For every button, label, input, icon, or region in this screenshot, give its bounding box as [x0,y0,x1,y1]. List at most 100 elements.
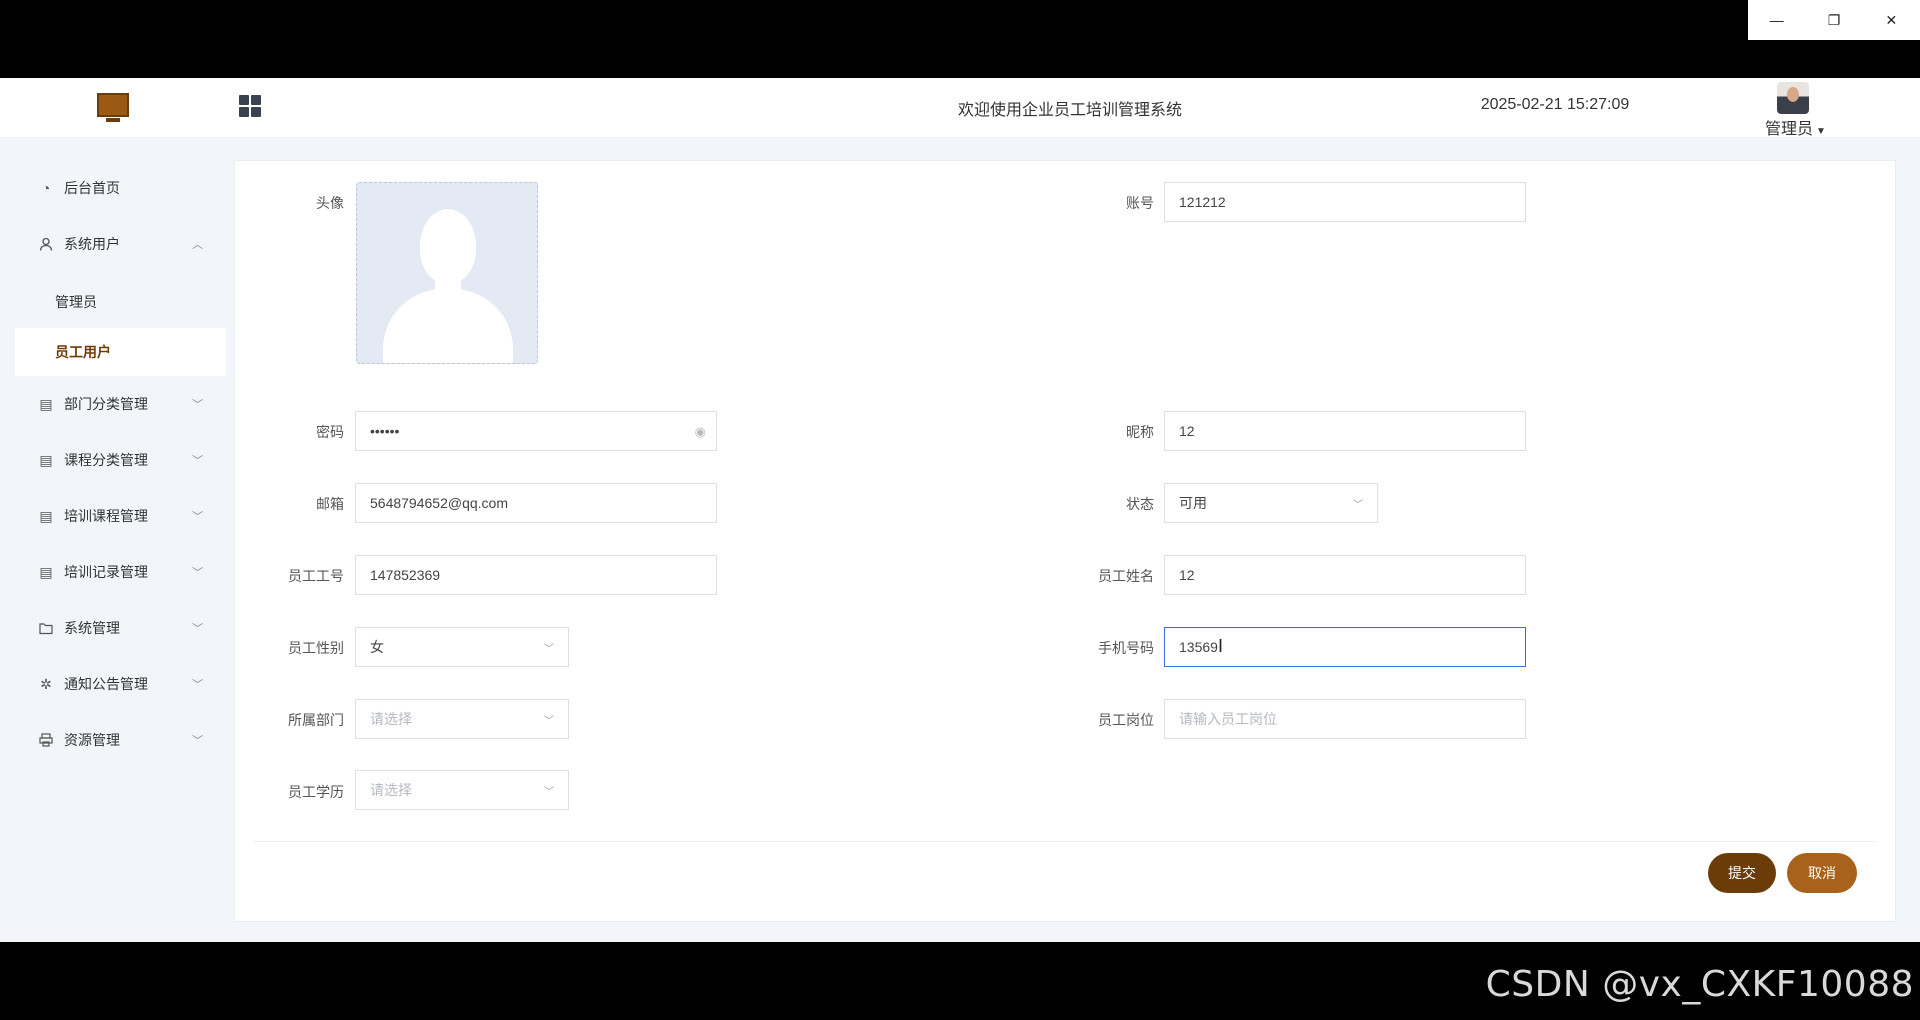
phone-label: 手机号码 [1098,640,1154,656]
education-select[interactable]: 请选择 ﹀ [355,770,569,810]
user-name: 管理员 [1765,121,1814,138]
clock-icon: ◔ [41,180,51,196]
chevron-down-icon: ﹀ [192,735,203,747]
email-label: 邮箱 [316,496,344,512]
sidebar-item-notice[interactable]: ✲ 通知公告管理 ﹀ [0,656,226,712]
status-value: 可用 [1179,495,1207,511]
menu-grid-icon[interactable] [239,95,261,117]
nickname-label: 昵称 [1126,424,1154,440]
sidebar-subitem-label: 员工用户 [55,344,111,360]
restore-button[interactable]: ❐ [1805,0,1862,40]
list-icon: ▤ [39,395,53,412]
email-input[interactable]: 5648794652@qq.com [355,483,717,523]
chevron-down-icon: ﹀ [544,787,554,798]
emp-no-input[interactable]: 147852369 [355,555,717,595]
emp-name-value: 12 [1179,567,1195,583]
sidebar-item-system[interactable]: 系统管理 ﹀ [0,600,226,656]
sidebar-item-home[interactable]: ◔ 后台首页 [0,160,226,216]
emp-no-label: 员工工号 [288,568,344,584]
gender-select[interactable]: 女 ﹀ [355,627,569,667]
window-controls: — ❐ ✕ [1748,0,1920,40]
sidebar-item-training-record[interactable]: ▤ 培训记录管理 ﹀ [0,544,226,600]
sidebar-item-label: 部门分类管理 [64,396,148,412]
email-value: 5648794652@qq.com [370,495,508,511]
user-menu[interactable]: 管理员 ▼ [1765,115,1826,139]
sidebar-item-label: 课程分类管理 [64,452,148,468]
user-icon [38,236,54,252]
list-icon: ▤ [39,451,53,468]
avatar-uploader[interactable] [356,182,538,364]
datetime-display: 2025-02-21 15:27:09 [1480,96,1630,113]
sidebar-item-label: 后台首页 [64,180,120,196]
sidebar-item-label: 通知公告管理 [64,676,148,692]
sidebar-item-department[interactable]: ▤ 部门分类管理 ﹀ [0,376,226,432]
watermark: CSDN @vx_CXKF10088 [1485,964,1914,1005]
sidebar-subitem-label: 管理员 [55,294,97,310]
emp-name-label: 员工姓名 [1098,568,1154,584]
loading-icon: ✲ [40,675,52,692]
department-select[interactable]: 请选择 ﹀ [355,699,569,739]
account-value: 121212 [1179,194,1226,210]
department-placeholder: 请选择 [370,711,412,727]
printer-icon [38,732,54,748]
monitor-logo-icon [97,93,129,123]
close-button[interactable]: ✕ [1863,0,1920,40]
welcome-text: 欢迎使用企业员工培训管理系统 [957,102,1182,119]
chevron-down-icon: ﹀ [192,455,203,467]
sidebar-item-label: 培训记录管理 [64,564,148,580]
position-placeholder: 请输入员工岗位 [1179,711,1277,727]
text-cursor-icon: I [1218,636,1224,656]
sidebar-item-label: 系统管理 [64,620,120,636]
chevron-down-icon: ▼ [1816,126,1826,137]
password-input[interactable]: •••••• ◉ [355,411,717,451]
avatar-label: 头像 [316,195,344,211]
window-titlebar: — ❐ ✕ [0,0,1920,78]
sidebar-item-label: 资源管理 [64,732,120,748]
emp-no-value: 147852369 [370,567,441,583]
sidebar-item-label: 培训课程管理 [64,508,148,524]
app-header: 欢迎使用企业员工培训管理系统 2025-02-21 15:27:09 管理员 ▼ [0,78,1920,138]
gender-label: 员工性别 [288,640,344,656]
position-label: 员工岗位 [1098,712,1154,728]
avatar[interactable] [1777,82,1809,114]
emp-name-input[interactable]: 12 [1164,555,1526,595]
nickname-value: 12 [1179,423,1195,439]
department-label: 所属部门 [288,712,344,728]
list-icon: ▤ [39,563,53,580]
sidebar-item-resource[interactable]: 资源管理 ﹀ [0,712,226,768]
chevron-down-icon: ﹀ [192,679,203,691]
chevron-down-icon: ﹀ [544,716,554,727]
password-value: •••••• [370,423,400,439]
sidebar-item-system-users[interactable]: 系统用户 ︿ [0,216,226,272]
chevron-up-icon: ︿ [192,239,203,251]
chevron-down-icon: ﹀ [544,644,554,655]
minimize-button[interactable]: — [1748,0,1805,40]
sidebar-subitem-admin[interactable]: 管理员 [15,278,226,326]
account-input[interactable]: 121212 [1164,182,1526,222]
chevron-down-icon: ﹀ [192,567,203,579]
sidebar-item-training-course[interactable]: ▤ 培训课程管理 ﹀ [0,488,226,544]
nickname-input[interactable]: 12 [1164,411,1526,451]
folder-icon [38,620,54,636]
gender-value: 女 [370,639,384,655]
education-label: 员工学历 [288,784,344,800]
chevron-down-icon: ﹀ [192,511,203,523]
chevron-down-icon: ﹀ [192,623,203,635]
chevron-down-icon: ﹀ [192,399,203,411]
password-label: 密码 [316,424,344,440]
sidebar: ◔ 后台首页 系统用户 ︿ 管理员 员工用户 ▤ 部门分类管理 ﹀ ▤ 课程分类… [0,138,226,942]
sidebar-item-label: 系统用户 [64,236,120,252]
eye-icon[interactable]: ◉ [695,424,706,440]
sidebar-subitem-employee-users[interactable]: 员工用户 [15,328,226,376]
account-label: 账号 [1126,195,1154,211]
form-divider [254,841,1876,842]
status-select[interactable]: 可用 ﹀ [1164,483,1378,523]
list-icon: ▤ [39,507,53,524]
submit-button[interactable]: 提交 [1708,853,1776,893]
phone-value: 13569 [1179,639,1218,655]
chevron-down-icon: ﹀ [1353,500,1363,511]
position-input[interactable]: 请输入员工岗位 [1164,699,1526,739]
status-label: 状态 [1126,496,1154,512]
cancel-button[interactable]: 取消 [1787,853,1857,893]
sidebar-item-course-category[interactable]: ▤ 课程分类管理 ﹀ [0,432,226,488]
